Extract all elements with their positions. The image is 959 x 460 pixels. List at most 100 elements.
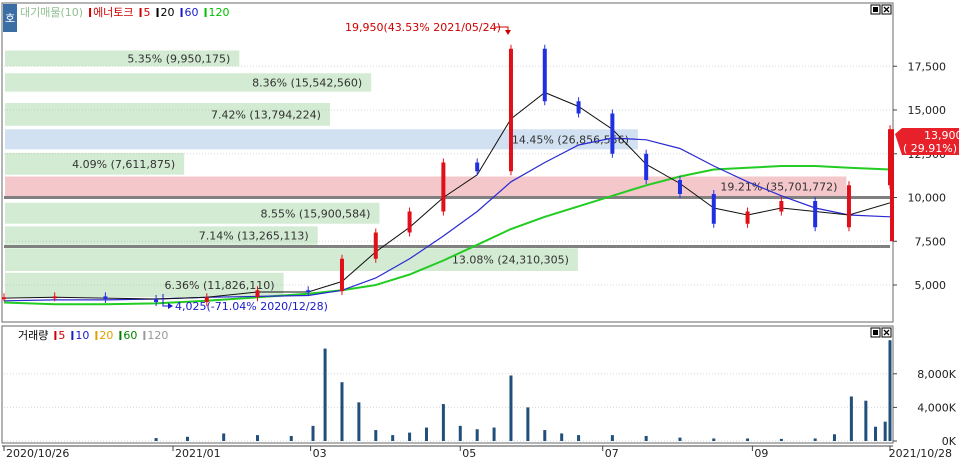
candle-body — [745, 211, 750, 224]
volume-legend: 거래량 5 10 20 60 120 — [18, 329, 168, 342]
legend-item[interactable]: 에너토크 — [93, 6, 133, 19]
legend-swatch — [119, 331, 122, 340]
volume-bar — [340, 382, 344, 441]
current-price-tag: 13,900 ( 29.91%) — [895, 128, 959, 155]
legend-swatch — [139, 8, 142, 17]
high-annotation-text: 19,950(43.53% 2021/05/24) — [345, 21, 501, 34]
legend-item[interactable]: 대기매물(10) — [20, 6, 83, 19]
volume-y-tick-label: 4,000K — [917, 401, 956, 414]
supply-band-label: 7.14% (13,265,113) — [199, 230, 309, 243]
candle-body — [576, 101, 581, 114]
volume-bar — [813, 438, 817, 441]
price-legend: 대기매물(10) 에너토크 5 20 60 120 — [20, 6, 230, 19]
current-change: ( 29.91%) — [903, 142, 957, 155]
legend-item[interactable]: 60 — [185, 6, 199, 19]
volume-bar — [323, 348, 327, 441]
volume-bar — [391, 435, 395, 441]
volume-close-button[interactable] — [881, 327, 892, 338]
candle-body — [813, 201, 818, 228]
volume-bars — [154, 340, 892, 441]
candle-body — [339, 258, 344, 292]
candle-body — [779, 201, 784, 212]
supply-band-label: 19.21% (35,701,772) — [720, 181, 837, 194]
legend-swatch — [180, 8, 183, 17]
low-annotation-text: 4,025(-71.04% 2020/12/28) — [175, 300, 328, 313]
candle-body — [255, 290, 260, 298]
volume-bar — [424, 427, 428, 441]
legend-item[interactable]: 20 — [99, 329, 113, 342]
legend-swatch — [156, 8, 159, 17]
price-minimize-button[interactable] — [870, 4, 881, 15]
supply-band-label: 4.09% (7,611,875) — [72, 158, 175, 171]
volume-bar — [154, 438, 158, 441]
candle-body — [373, 232, 378, 259]
volume-minimize-button[interactable] — [870, 327, 881, 338]
volume-bar — [746, 438, 750, 441]
price-y-tick-label: 15,000 — [908, 104, 947, 117]
volume-bar — [475, 429, 479, 441]
volume-bar — [644, 435, 648, 441]
volume-y-axis: 8,000K4,000K0K — [893, 368, 957, 448]
candle-body — [441, 162, 446, 212]
candle-body — [542, 48, 547, 102]
high-annotation: 19,950(43.53% 2021/05/24) — [345, 21, 511, 35]
volume-bar — [374, 430, 378, 441]
current-price: 13,900 — [924, 129, 959, 142]
volume-bar — [832, 434, 836, 441]
candle-body — [475, 162, 480, 172]
volume-bar — [779, 438, 783, 441]
volume-bar — [222, 433, 226, 441]
volume-bar — [874, 426, 878, 441]
volume-bar — [509, 375, 513, 441]
x-tick-label: 09 — [754, 447, 768, 460]
volume-grid — [4, 373, 890, 442]
legend-item[interactable]: 120 — [209, 6, 230, 19]
x-axis: 2020/10/26 2021/01 03 05 07 09 2021/10/28 — [2, 445, 952, 460]
volume-bar — [883, 421, 887, 441]
volume-bar — [185, 436, 189, 441]
x-tick-label: 2021/01 — [175, 447, 221, 460]
price-y-tick-label: 17,500 — [908, 60, 947, 73]
candle-body — [306, 290, 311, 293]
volume-bar — [458, 425, 462, 441]
x-tick-label: 2020/10/26 — [6, 447, 69, 460]
volume-bar — [678, 437, 682, 441]
x-tick-label: 2021/10/28 — [889, 447, 952, 460]
supply-band-label: 7.42% (13,794,224) — [211, 108, 321, 121]
legend-item[interactable]: 5 — [58, 329, 65, 342]
volume-bar — [888, 340, 892, 441]
candle-body — [644, 153, 649, 180]
candle-body — [407, 211, 412, 233]
volume-bar — [849, 396, 853, 441]
candle-body — [846, 185, 851, 228]
volume-bar — [492, 427, 496, 441]
current-range-bar — [890, 129, 894, 242]
volume-bar — [408, 432, 412, 441]
legend-item[interactable]: 60 — [123, 329, 137, 342]
volume-bar — [543, 430, 547, 441]
volume-bar — [560, 433, 564, 441]
legend-item[interactable]: 거래량 — [18, 329, 48, 342]
legend-item[interactable]: 20 — [161, 6, 175, 19]
legend-swatch — [71, 331, 74, 340]
x-tick-label: 07 — [605, 447, 619, 460]
volume-bar — [610, 435, 614, 441]
price-close-button[interactable] — [881, 4, 892, 15]
volume-y-tick-label: 8,000K — [917, 368, 956, 381]
legend-swatch — [143, 331, 146, 340]
legend-swatch — [54, 331, 57, 340]
volume-bar — [357, 402, 361, 441]
legend-item[interactable]: 10 — [75, 329, 89, 342]
legend-item[interactable]: 5 — [144, 6, 151, 19]
supply-band-label: 5.35% (9,950,175) — [127, 52, 230, 65]
candle-body — [610, 113, 615, 154]
volume-panel-border — [1, 325, 894, 444]
candle-body — [711, 194, 716, 224]
price-y-tick-label: 10,000 — [908, 192, 947, 205]
x-tick-label: 05 — [462, 447, 476, 460]
legend-swatch — [89, 8, 92, 17]
stock-chart: 5.35% (9,950,175) 8.36% (15,542,560) 7.42%… — [0, 0, 959, 460]
price-y-tick-label: 7,500 — [915, 235, 947, 248]
legend-item[interactable]: 120 — [147, 329, 168, 342]
x-tick-label: 03 — [313, 447, 327, 460]
